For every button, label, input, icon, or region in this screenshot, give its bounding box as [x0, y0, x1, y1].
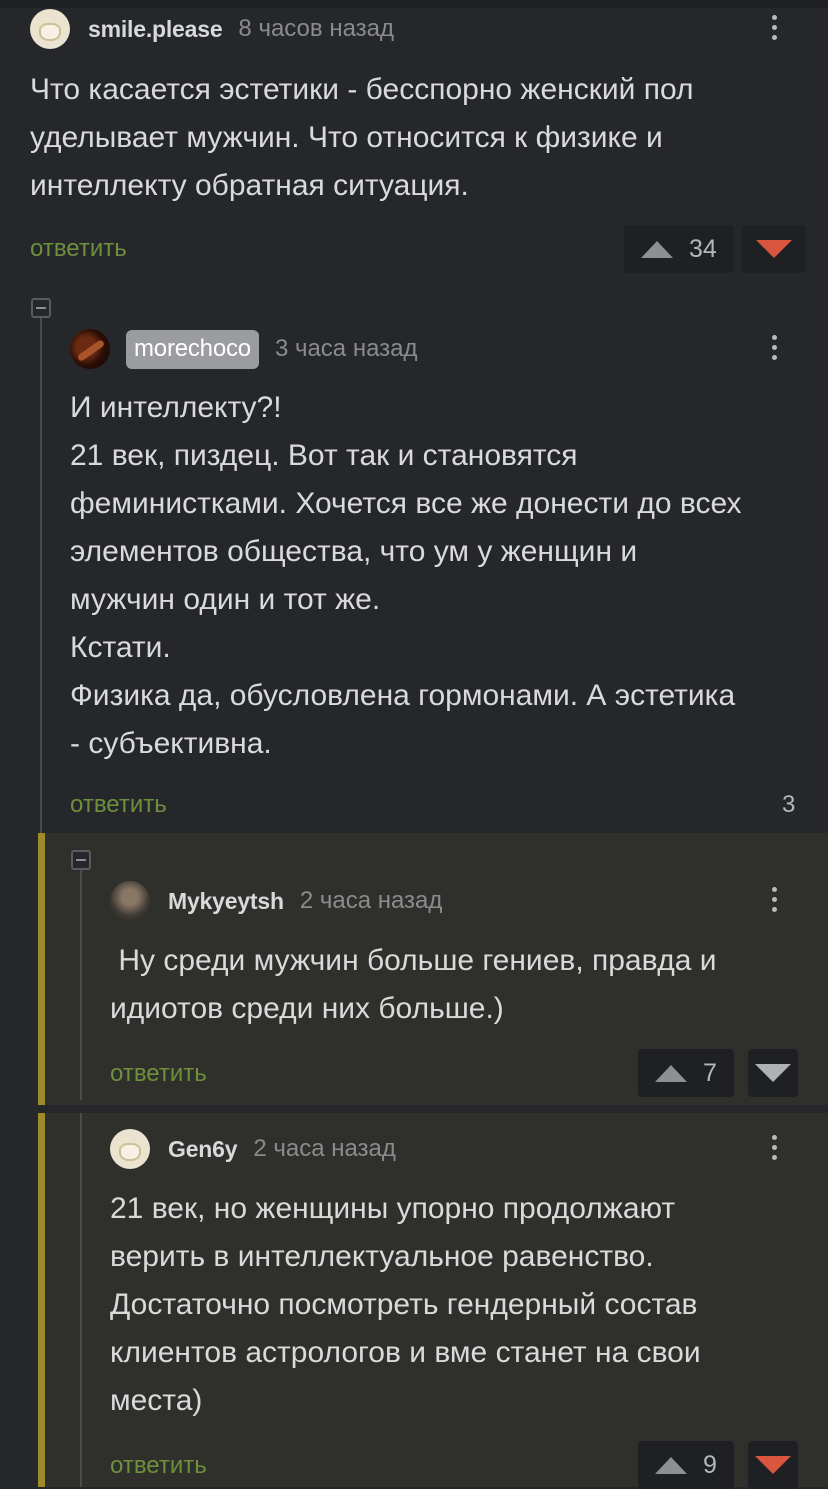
downvote-button[interactable] — [742, 225, 806, 273]
reply-link[interactable]: ответить — [110, 1060, 207, 1088]
vote-count: 9 — [703, 1450, 717, 1479]
timestamp: 2 часа назад — [253, 1135, 396, 1162]
more-options-icon[interactable] — [764, 10, 784, 50]
username[interactable]: smile.please — [88, 16, 223, 43]
new-comment-indicator — [38, 1113, 45, 1487]
upvote-arrow-icon — [655, 1456, 687, 1474]
upvote-button[interactable]: 7 — [638, 1049, 734, 1097]
vote-count: 7 — [703, 1058, 717, 1087]
egg-avatar-icon[interactable] — [110, 1129, 150, 1169]
timestamp: 2 часа назад — [299, 887, 443, 914]
downvote-arrow-icon — [756, 240, 792, 258]
comment-text: Ну среди мужчин больше гениев, правда и … — [110, 944, 717, 1025]
egg-avatar-icon[interactable] — [30, 9, 70, 49]
upvote-arrow-icon — [655, 1064, 687, 1082]
more-options-icon[interactable] — [764, 1130, 784, 1170]
comment-header: smile.please 8 часов назад — [30, 7, 394, 51]
comment-header: Gen6y 2 часа назад — [110, 1127, 396, 1171]
downvote-arrow-icon — [755, 1456, 791, 1474]
new-comment-indicator — [38, 833, 45, 1105]
comment-text: И интеллекту?! 21 век, пиздец. Вот так и… — [70, 391, 742, 760]
comment-header: Mykyeytsh 2 часа назад — [110, 879, 442, 923]
comment-header: morechoco 3 часа назад — [70, 327, 418, 371]
username[interactable]: Gen6y — [168, 1136, 238, 1163]
comment-text: 21 век, но женщины упорно продолжают вер… — [110, 1192, 701, 1417]
downvote-button[interactable] — [748, 1441, 798, 1489]
timestamp: 8 часов назад — [238, 15, 395, 42]
thread-line — [80, 1113, 82, 1487]
thread-line — [80, 870, 82, 1100]
reply-link[interactable]: ответить — [110, 1452, 207, 1480]
reply-link[interactable]: ответить — [30, 235, 127, 263]
downvote-button[interactable] — [748, 1049, 798, 1097]
downvote-arrow-icon — [755, 1064, 791, 1082]
photo-avatar-icon[interactable] — [110, 881, 150, 921]
upvote-button[interactable]: 34 — [624, 225, 734, 273]
timestamp: 3 часа назад — [274, 335, 418, 362]
replies-count[interactable]: 3 — [782, 791, 795, 819]
more-options-icon[interactable] — [764, 330, 784, 370]
comment-text: Что касается эстетики - бесспорно женски… — [30, 73, 694, 202]
vote-count: 34 — [689, 234, 717, 263]
username-badge[interactable]: morechoco — [126, 329, 259, 369]
upvote-button[interactable]: 9 — [638, 1441, 734, 1489]
upvote-arrow-icon — [641, 240, 673, 258]
collapse-thread-icon[interactable] — [31, 298, 51, 318]
thread-line — [40, 318, 42, 833]
reply-link[interactable]: ответить — [70, 791, 167, 819]
username[interactable]: Mykyeytsh — [168, 888, 284, 915]
more-options-icon[interactable] — [764, 882, 784, 922]
chocolate-avatar-icon[interactable] — [70, 329, 110, 369]
collapse-thread-icon[interactable] — [71, 850, 91, 870]
